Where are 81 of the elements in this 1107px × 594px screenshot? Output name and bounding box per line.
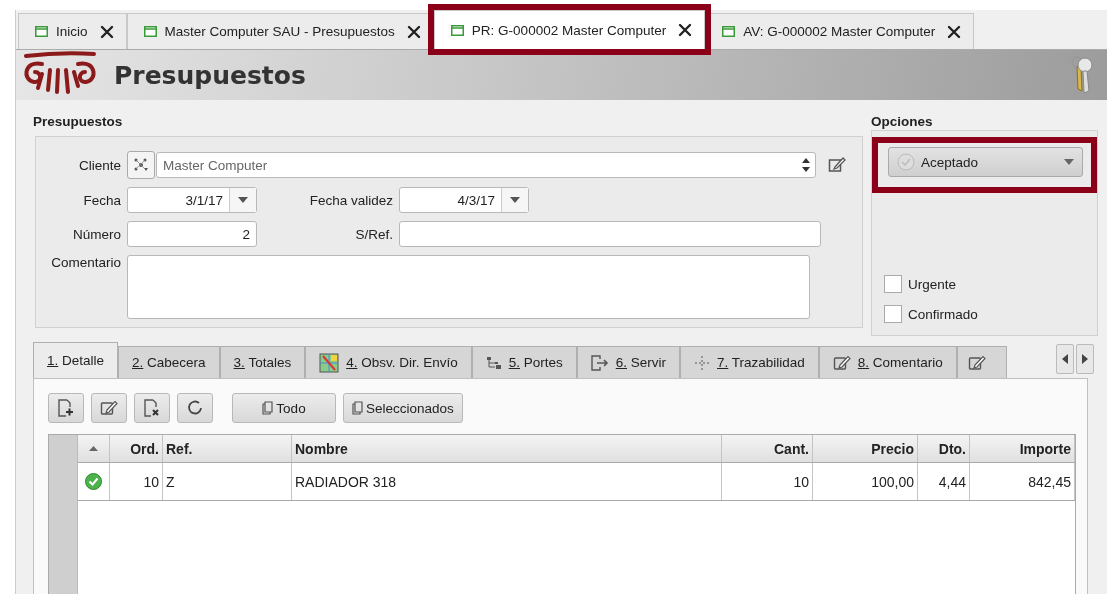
close-icon[interactable] xyxy=(678,23,693,37)
section-tab[interactable]: 6. Servir xyxy=(576,346,681,378)
section-tab[interactable]: 4. Obsv. Dir. Envío xyxy=(305,346,472,378)
client-field[interactable]: Master Computer xyxy=(156,152,816,178)
scroll-right-button[interactable] xyxy=(1076,344,1094,374)
field-label: S/Ref. xyxy=(354,226,393,242)
copy-button[interactable]: Seleccionados xyxy=(343,393,463,423)
refresh-button[interactable] xyxy=(177,393,213,423)
checkbox-option[interactable]: Confirmado xyxy=(884,305,1085,323)
close-icon[interactable] xyxy=(406,24,421,39)
close-icon[interactable] xyxy=(947,24,962,39)
edit-icon xyxy=(100,400,118,416)
column-header[interactable]: Importe xyxy=(970,435,1075,462)
edit-icon xyxy=(832,354,851,371)
checkbox-option[interactable]: Urgente xyxy=(884,275,1085,293)
check-circle-icon xyxy=(897,153,915,171)
move-icon xyxy=(694,354,711,371)
tree-icon xyxy=(485,355,502,370)
status-dropdown[interactable]: Aceptado xyxy=(888,147,1083,177)
window-icon xyxy=(450,24,464,36)
field-label: Comentario xyxy=(50,255,121,270)
column-header[interactable]: Ord. xyxy=(110,435,163,462)
table-cell: 4,44 xyxy=(918,463,970,500)
sort-arrow-icon xyxy=(89,446,98,451)
network-icon xyxy=(133,157,149,173)
add-document-icon xyxy=(58,399,74,417)
close-icon[interactable] xyxy=(99,24,114,39)
table-cell: RADIADOR 318 xyxy=(292,463,722,500)
field-label: Cliente xyxy=(77,157,121,173)
group-title: Presupuestos xyxy=(33,114,124,131)
delete-button[interactable] xyxy=(134,393,170,423)
copy-icon xyxy=(262,401,274,415)
column-header[interactable]: Ref. xyxy=(163,435,292,462)
section-tab[interactable]: 5. Portes xyxy=(471,346,577,378)
refresh-icon xyxy=(187,400,203,416)
field-label: Número xyxy=(72,226,121,242)
copy-icon xyxy=(352,401,363,415)
copy-button[interactable]: Todo xyxy=(232,393,336,423)
date-field[interactable]: 3/1/17 xyxy=(127,187,257,213)
spin-arrows-icon[interactable] xyxy=(800,156,812,174)
table-cell: 10 xyxy=(722,463,813,500)
column-header[interactable]: Nombre xyxy=(292,435,722,462)
section-tab[interactable]: 7. Trazabilidad xyxy=(680,346,819,378)
caret-icon xyxy=(1064,159,1074,165)
section-tab[interactable]: 2. Cabecera xyxy=(118,346,220,378)
section-tab[interactable]: 1. Detalle xyxy=(33,342,119,378)
column-header[interactable]: Dto. xyxy=(918,435,970,462)
column-header[interactable]: Precio xyxy=(813,435,918,462)
table-cell: Z xyxy=(163,463,292,500)
field-label: Fecha validez xyxy=(308,192,393,208)
table-cell: 10 xyxy=(110,463,163,500)
window-icon xyxy=(143,26,157,37)
export-icon xyxy=(590,354,609,371)
section-tab[interactable] xyxy=(956,346,1007,378)
checkbox[interactable] xyxy=(884,305,902,323)
section-tab[interactable]: 8. Comentario xyxy=(818,346,957,378)
document-tab[interactable]: Inicio xyxy=(18,13,127,49)
window-icon xyxy=(35,26,48,37)
edit-button[interactable] xyxy=(91,393,127,423)
left-arrow-icon xyxy=(1062,354,1068,364)
scroll-left-button[interactable] xyxy=(1056,344,1074,374)
window-icon xyxy=(722,26,736,37)
group-title: Opciones xyxy=(871,114,934,131)
map-icon xyxy=(319,352,340,373)
reference-field[interactable] xyxy=(399,221,821,247)
page-title: Presupuestos xyxy=(114,60,307,90)
date-field[interactable]: 4/3/17 xyxy=(399,187,529,213)
delete-document-icon xyxy=(144,399,160,417)
section-tab[interactable]: 3. Totales xyxy=(219,346,306,378)
edit-icon[interactable] xyxy=(828,156,846,174)
table-cell: 100,00 xyxy=(813,463,918,500)
column-header[interactable]: Cant. xyxy=(722,435,813,462)
search-button[interactable] xyxy=(127,151,155,179)
number-field[interactable]: 2 xyxy=(127,221,257,247)
field-label: Fecha xyxy=(82,192,121,208)
right-arrow-icon xyxy=(1082,354,1088,364)
edit-icon xyxy=(967,354,986,371)
comment-field[interactable] xyxy=(127,255,810,319)
checkbox[interactable] xyxy=(884,275,902,293)
table-cell: 842,45 xyxy=(970,463,1075,500)
add-button[interactable] xyxy=(48,393,84,423)
